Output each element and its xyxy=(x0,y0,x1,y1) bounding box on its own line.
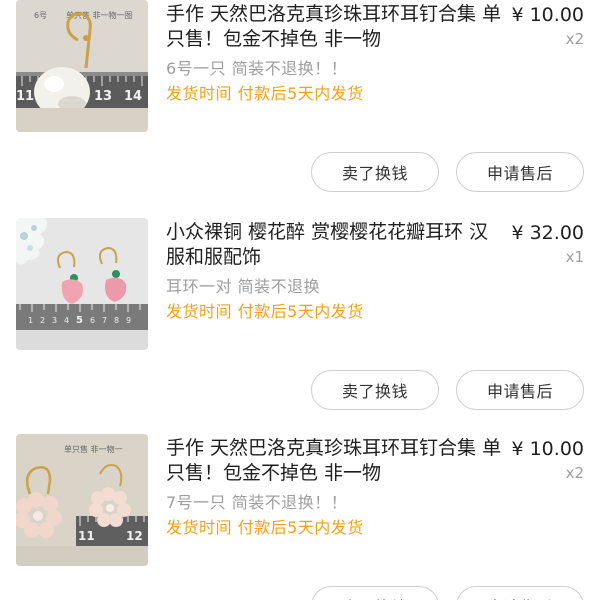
ruler-number: 12 xyxy=(126,529,143,543)
item-quantity: x1 xyxy=(565,248,584,266)
product-thumbnail[interactable]: 1 2 3 4 5 6 7 8 9 xyxy=(16,218,148,350)
item-price: ¥ 32.00 xyxy=(511,222,584,244)
product-title[interactable]: 手作 天然巴洛克真珍珠耳环耳钉合集 单只售！包金不掉色 非一物 xyxy=(166,2,506,52)
shipping-time: 发货时间 付款后5天内发货 xyxy=(166,518,364,537)
ruler-number: 3 xyxy=(52,316,57,325)
shipping-time: 发货时间 付款后5天内发货 xyxy=(166,84,364,103)
product-spec: 耳环一对 简装不退换 xyxy=(166,277,321,296)
ruler-number: 7 xyxy=(102,316,107,325)
thumb-caption: 单只售 非一物一 xyxy=(64,444,123,454)
ruler-number: 2 xyxy=(40,316,45,325)
item-quantity: x2 xyxy=(565,464,584,482)
after-sales-button[interactable]: 申请售后 xyxy=(456,152,584,192)
sell-for-cash-button[interactable]: 卖了换钱 xyxy=(311,370,439,410)
product-title[interactable]: 小众裸铜 樱花醉 赏樱樱花花瓣耳环 汉服和服配饰 xyxy=(166,220,506,270)
item-quantity: x2 xyxy=(565,30,584,48)
ruler-number: 8 xyxy=(114,316,119,325)
thumb-corner-text: 6号 xyxy=(34,11,47,20)
item-price: ¥ 10.00 xyxy=(511,4,584,26)
ruler-number: 11 xyxy=(16,89,34,104)
ruler-number: 13 xyxy=(94,89,112,104)
after-sales-button[interactable]: 申请售后 xyxy=(456,370,584,410)
pearl-earring-image: 6号 单只售 非一物一图 11 13 14 xyxy=(16,0,148,132)
ruler-number: 14 xyxy=(124,89,142,104)
sakura-earring-image: 1 2 3 4 5 6 7 8 9 xyxy=(16,218,148,350)
ruler-number: 11 xyxy=(78,529,95,543)
order-list: 6号 单只售 非一物一图 11 13 14 手作 天然巴洛克真珍珠耳环耳钉合集 … xyxy=(0,0,600,600)
product-thumbnail[interactable]: 单只售 非一物一 11 12 xyxy=(16,434,148,566)
shipping-time: 发货时间 付款后5天内发货 xyxy=(166,302,364,321)
ruler-number: 4 xyxy=(64,316,69,325)
sell-for-cash-button[interactable]: 卖了换钱 xyxy=(311,152,439,192)
ruler-number: 5 xyxy=(76,315,83,326)
pearl-flower-earring-image: 单只售 非一物一 11 12 xyxy=(16,434,148,566)
after-sales-button[interactable]: 申请售后 xyxy=(456,586,584,600)
item-price: ¥ 10.00 xyxy=(511,438,584,460)
product-spec: 6号一只 简装不退换！！ xyxy=(166,59,348,78)
product-spec: 7号一只 简装不退换！！ xyxy=(166,493,348,512)
ruler-number: 1 xyxy=(28,316,33,325)
sell-for-cash-button[interactable]: 卖了换钱 xyxy=(311,586,439,600)
ruler-number: 9 xyxy=(126,316,131,325)
product-title[interactable]: 手作 天然巴洛克真珍珠耳环耳钉合集 单只售！包金不掉色 非一物 xyxy=(166,436,506,486)
ruler-number: 6 xyxy=(90,316,95,325)
product-thumbnail[interactable]: 6号 单只售 非一物一图 11 13 14 xyxy=(16,0,148,132)
